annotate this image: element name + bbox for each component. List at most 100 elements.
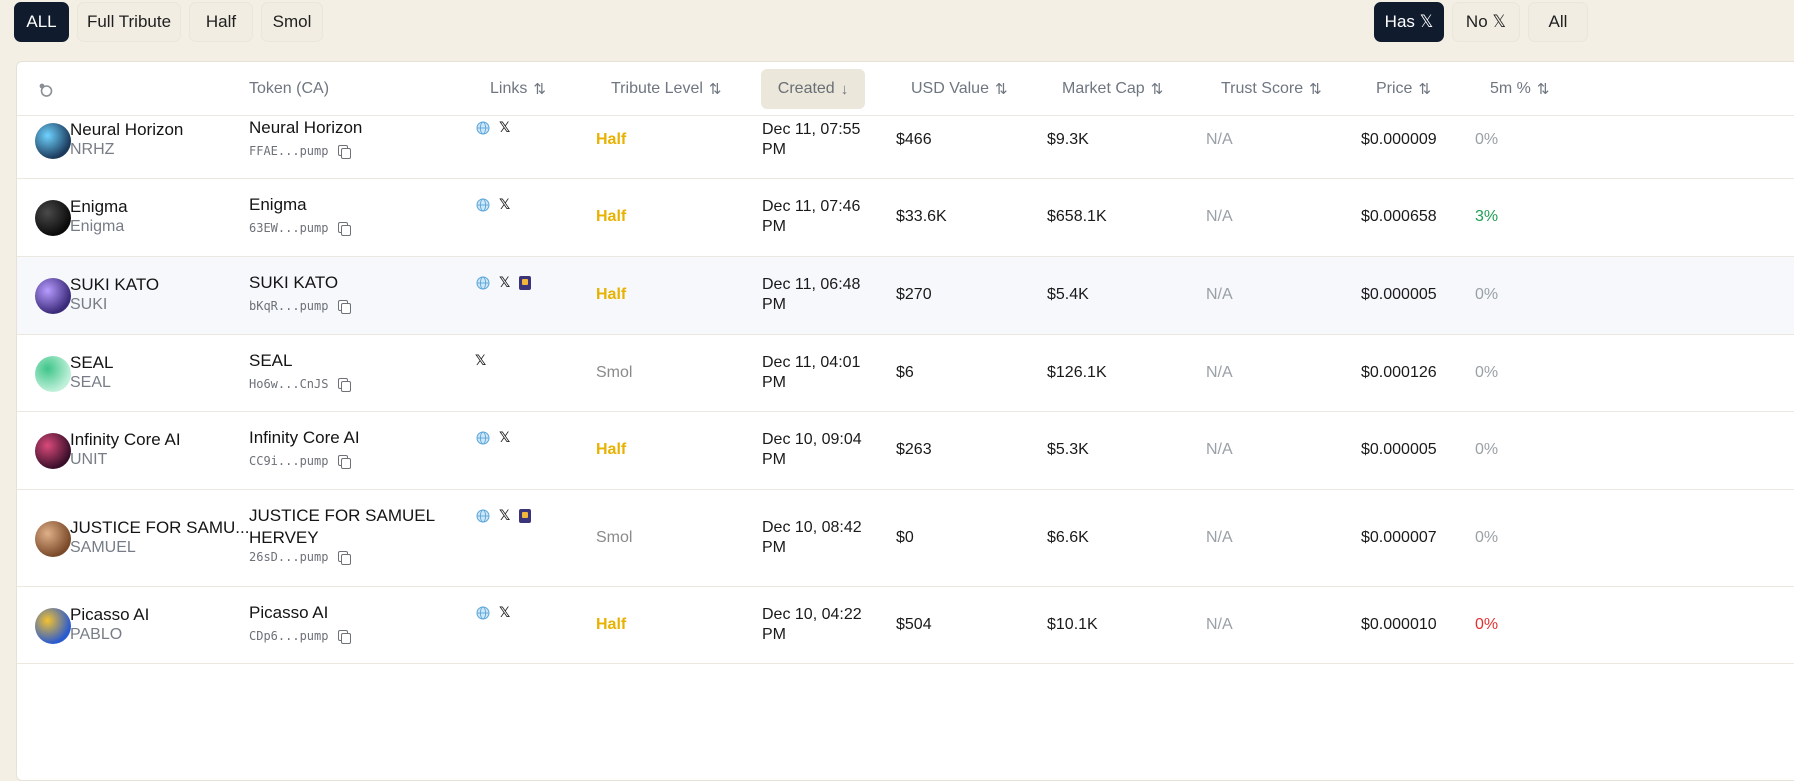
x-link-icon[interactable]: 𝕏 [499,509,510,523]
no-x-button[interactable]: No 𝕏 [1452,2,1520,42]
token-identity: JUSTICE FOR SAMU... SAMUEL [70,518,249,557]
token-symbol: PABLO [70,625,123,643]
market-cap: $658.1K [1047,208,1107,225]
token-display-name: Picasso AI [70,604,150,624]
x-link-icon[interactable]: 𝕏 [499,431,510,445]
filter-smol-button[interactable]: Smol [261,2,323,42]
has-x-button[interactable]: Has 𝕏 [1374,2,1444,42]
price: $0.000658 [1361,208,1437,225]
tokens-table: Token (CA) Links ⇅ Tribute Level ⇅ Created… [16,61,1794,781]
trust-score: N/A [1206,130,1233,148]
table-row[interactable]: Enigma Enigma Enigma 63EW...pump 𝕏 Half … [17,179,1794,257]
x-link-icon[interactable]: 𝕏 [499,198,510,212]
usd-value: $466 [896,130,932,148]
token-identity: Neural Horizon NRHZ [70,120,183,159]
tribute-level: Smol [596,528,633,546]
telegram-link-icon[interactable] [519,509,532,523]
filter-full-tribute-button[interactable]: Full Tribute [77,2,181,42]
links-cell: 𝕏 [476,431,510,445]
token-name: JUSTICE FOR SAMUEL HERVEY [249,506,435,547]
token-display-name: SEAL [70,352,114,372]
token-ca-cell: JUSTICE FOR SAMUEL HERVEY [249,505,439,549]
links-cell: 𝕏 [476,606,510,620]
market-cap: $10.1K [1047,615,1098,633]
change-5m: 0% [1475,130,1499,148]
sort-icon: ⇅ [994,81,1008,98]
token-ca-cell: Infinity Core AI [249,427,439,449]
telegram-link-icon[interactable] [519,276,532,290]
created-time: Dec 11, 04:01 PM [762,353,861,391]
copy-icon[interactable] [338,222,352,236]
website-link-icon[interactable] [476,276,490,290]
token-avatar [35,200,71,236]
price: $0.000126 [1361,363,1437,381]
table-row[interactable]: JUSTICE FOR SAMU... SAMUEL JUSTICE FOR S… [17,490,1794,587]
sort-icon: ⇅ [1536,81,1550,98]
sort-icon: ⇅ [1150,81,1164,98]
x-link-icon[interactable]: 𝕏 [499,121,510,135]
x-link-icon[interactable]: 𝕏 [499,606,510,620]
market-cap: $6.6K [1047,528,1089,546]
table-row[interactable]: Infinity Core AI UNIT Infinity Core AI C… [17,412,1794,490]
table-row[interactable]: SEAL SEAL SEAL Ho6w...CnJS 𝕏 Smol Dec 11… [17,335,1794,412]
token-name: Infinity Core AI [249,428,360,447]
sort-down-icon: ↓ [840,80,849,98]
all-x-button[interactable]: All [1528,2,1588,42]
filter-all-button[interactable]: ALL [14,2,69,42]
token-display-name: JUSTICE FOR SAMU... [70,517,250,537]
token-display-name: Infinity Core AI [70,430,181,449]
copy-icon[interactable] [338,300,352,314]
x-link-icon[interactable]: 𝕏 [475,354,486,368]
token-symbol: UNIT [70,451,108,468]
trust-score: N/A [1206,615,1233,633]
usd-value: $263 [896,441,932,458]
contract-address: bKqR...pump [249,299,352,314]
copy-icon[interactable] [338,145,352,159]
tribute-level: Smol [596,363,633,381]
token-symbol: Enigma [70,218,125,235]
created-time: Dec 11, 06:48 PM [762,276,861,313]
copy-icon[interactable] [338,455,352,469]
token-symbol: SAMUEL [70,538,136,556]
links-cell: 𝕏 [475,354,486,368]
links-cell: 𝕏 [476,198,510,212]
website-link-icon[interactable] [476,431,490,445]
token-name: SUKI KATO [249,273,339,292]
website-link-icon[interactable] [476,121,490,135]
usd-value: $6 [896,363,914,381]
contract-address: Ho6w...CnJS [249,377,352,392]
copy-icon[interactable] [338,378,352,392]
token-ca-cell: Picasso AI [249,602,439,624]
trust-score: N/A [1206,208,1233,225]
sort-icon: ⇅ [1418,81,1431,98]
market-cap: $126.1K [1047,363,1107,381]
token-symbol: SEAL [70,373,111,391]
website-link-icon[interactable] [476,198,490,212]
filter-bar: ALL Full Tribute Half Smol Has 𝕏 No 𝕏 Al… [0,0,1794,56]
token-name: Neural Horizon [249,118,363,137]
copy-icon[interactable] [338,551,352,565]
created-time: Dec 11, 07:55 PM [762,120,861,158]
created-time: Dec 10, 09:04 PM [762,431,862,468]
token-ca-cell: Neural Horizon [249,117,439,139]
tribute-level: Half [596,286,627,303]
copy-icon[interactable] [338,630,352,644]
website-link-icon[interactable] [476,606,490,620]
table-row[interactable]: Picasso AI PABLO Picasso AI CDp6...pump … [17,587,1794,664]
trust-score: N/A [1206,528,1233,546]
x-link-icon[interactable]: 𝕏 [499,276,510,290]
token-avatar [35,122,71,159]
table-row[interactable]: SUKI KATO SUKI SUKI KATO bKqR...pump 𝕏 H… [17,257,1794,335]
sort-icon: ⇅ [533,81,546,98]
change-5m: 0% [1475,528,1499,546]
website-link-icon[interactable] [476,509,490,523]
token-symbol: SUKI [70,296,108,313]
tribute-level: Half [596,441,627,458]
token-identity: Picasso AI PABLO [70,605,149,644]
trust-score: N/A [1206,441,1233,458]
app-logo-icon [39,83,53,97]
filter-half-button[interactable]: Half [189,2,253,42]
table-row[interactable]: Neural Horizon NRHZ Neural Horizon FFAE.… [17,102,1794,179]
created-time: Dec 10, 08:42 PM [762,518,862,556]
sort-icon: ⇅ [1309,81,1322,98]
